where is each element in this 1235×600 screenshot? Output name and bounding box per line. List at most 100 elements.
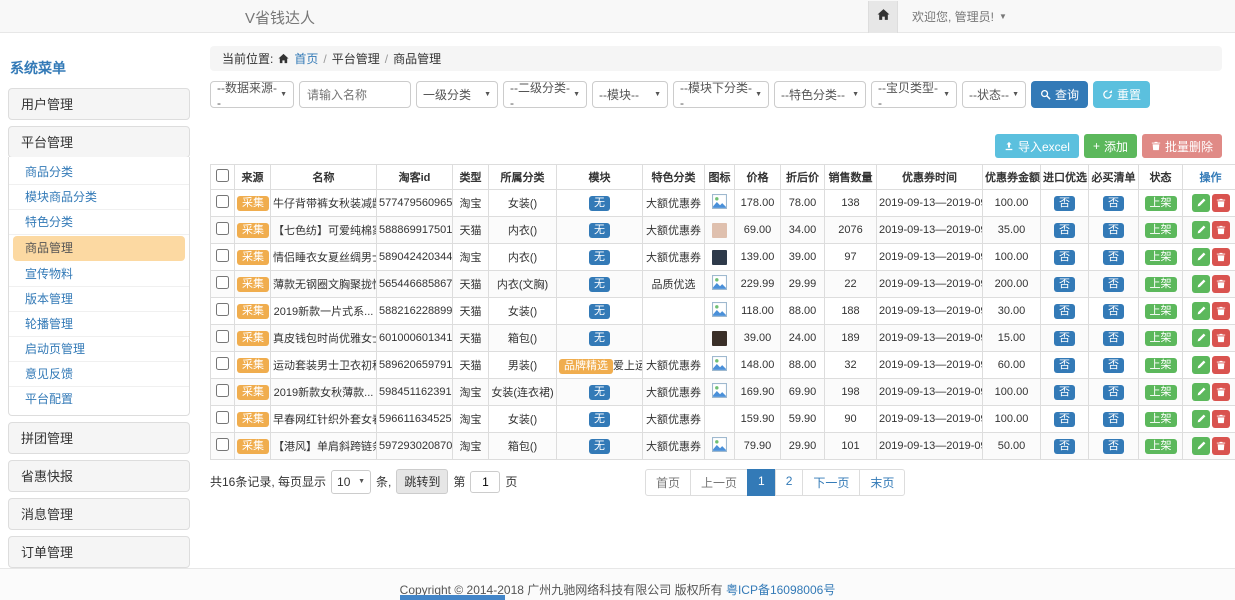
reset-button[interactable]: 重置: [1093, 81, 1150, 108]
edit-button[interactable]: [1192, 437, 1210, 455]
import-select-cell: 否: [1041, 271, 1089, 298]
type-cell: 淘宝: [453, 190, 489, 217]
filter-select[interactable]: --模块--▼: [592, 81, 668, 108]
pager-button[interactable]: 2: [775, 469, 804, 496]
sidebar-group[interactable]: 用户管理: [8, 88, 190, 120]
row-select-cell: [211, 379, 235, 406]
row-checkbox[interactable]: [216, 222, 229, 235]
edit-button[interactable]: [1192, 221, 1210, 239]
filter-select[interactable]: --数据来源--▼: [210, 81, 294, 108]
row-checkbox[interactable]: [216, 384, 229, 397]
delete-button[interactable]: [1212, 275, 1230, 293]
sidebar-item[interactable]: 轮播管理: [9, 312, 189, 337]
page-number-input[interactable]: [470, 471, 500, 493]
filter-select[interactable]: 一级分类▼: [416, 81, 498, 108]
row-checkbox[interactable]: [216, 330, 229, 343]
delete-button[interactable]: [1212, 383, 1230, 401]
must-buy-badge: 否: [1103, 412, 1124, 427]
coupon-time-cell: 2019-09-13—2019-09-20: [877, 244, 983, 271]
sidebar-item[interactable]: 特色分类: [9, 210, 189, 235]
edit-button[interactable]: [1192, 329, 1210, 347]
sidebar-item[interactable]: 宣传物料: [9, 262, 189, 287]
import-excel-button[interactable]: 导入excel: [995, 134, 1079, 158]
delete-button[interactable]: [1212, 221, 1230, 239]
source-badge: 采集: [237, 358, 269, 373]
sidebar-item[interactable]: 商品分类: [9, 160, 189, 185]
sidebar-item[interactable]: 启动页管理: [9, 337, 189, 362]
pager-button[interactable]: 上一页: [690, 469, 748, 496]
delete-button[interactable]: [1212, 194, 1230, 212]
filter-select[interactable]: --宝贝类型--▼: [871, 81, 957, 108]
sidebar-group[interactable]: 订单管理: [8, 536, 190, 568]
delete-button[interactable]: [1212, 437, 1230, 455]
edit-button[interactable]: [1192, 383, 1210, 401]
delete-button[interactable]: [1212, 329, 1230, 347]
sidebar-item[interactable]: 模块商品分类: [9, 185, 189, 210]
coupon-amount-cell: 100.00: [983, 190, 1041, 217]
row-checkbox[interactable]: [216, 249, 229, 262]
delete-button[interactable]: [1212, 410, 1230, 428]
coupon-amount-cell: 15.00: [983, 325, 1041, 352]
breadcrumb-home-link[interactable]: 首页: [294, 50, 318, 67]
sidebar-group[interactable]: 拼团管理: [8, 422, 190, 454]
pager-button[interactable]: 末页: [859, 469, 905, 496]
row-checkbox[interactable]: [216, 195, 229, 208]
name-search-input[interactable]: [299, 81, 411, 108]
edit-button[interactable]: [1192, 275, 1210, 293]
filter-select[interactable]: --模块下分类--▼: [673, 81, 769, 108]
delete-button[interactable]: [1212, 302, 1230, 320]
edit-button[interactable]: [1192, 248, 1210, 266]
home-button[interactable]: [868, 1, 898, 33]
icon-cell: [705, 433, 735, 460]
pager-button[interactable]: 首页: [645, 469, 691, 496]
jump-button[interactable]: 跳转到: [396, 469, 448, 494]
pager-button[interactable]: 下一页: [802, 469, 860, 496]
price-cell: 229.99: [735, 271, 781, 298]
feature-cell: 大额优惠券: [643, 406, 705, 433]
per-page-select[interactable]: 10 ▼: [331, 470, 371, 494]
sidebar-group[interactable]: 平台管理: [8, 126, 190, 158]
search-button[interactable]: 查询: [1031, 81, 1088, 108]
pager-button[interactable]: 1: [747, 469, 776, 496]
row-checkbox[interactable]: [216, 438, 229, 451]
sidebar-group[interactable]: 省惠快报: [8, 460, 190, 492]
delete-button[interactable]: [1212, 356, 1230, 374]
batch-delete-button[interactable]: 批量删除: [1142, 134, 1222, 158]
delete-button[interactable]: [1212, 248, 1230, 266]
status-cell: 上架: [1139, 217, 1183, 244]
add-button[interactable]: + 添加: [1084, 134, 1137, 158]
edit-button[interactable]: [1192, 194, 1210, 212]
feature-cell: [643, 298, 705, 325]
row-checkbox[interactable]: [216, 303, 229, 316]
sidebar-group[interactable]: 消息管理: [8, 498, 190, 530]
edit-button[interactable]: [1192, 302, 1210, 320]
user-menu[interactable]: 欢迎您, 管理员! ▼: [912, 8, 1007, 25]
column-header: 淘客id: [377, 165, 453, 190]
coupon-amount-cell: 30.00: [983, 298, 1041, 325]
edit-button[interactable]: [1192, 356, 1210, 374]
import-select-badge: 否: [1054, 196, 1075, 211]
import-select-cell: 否: [1041, 433, 1089, 460]
row-checkbox[interactable]: [216, 411, 229, 424]
chevron-down-icon: ▼: [358, 478, 365, 485]
row-checkbox[interactable]: [216, 357, 229, 370]
name-cell: 真皮钱包时尚优雅女士...: [271, 325, 377, 352]
select-all-checkbox[interactable]: [216, 169, 229, 182]
source-badge: 采集: [237, 331, 269, 346]
category-cell: 内衣(文胸): [489, 271, 557, 298]
icp-link[interactable]: 粤ICP备16098006号: [726, 583, 835, 597]
module-cell: 无: [557, 379, 643, 406]
sidebar-item[interactable]: 商品管理: [13, 236, 185, 261]
filter-select[interactable]: --二级分类--▼: [503, 81, 587, 108]
sidebar-item[interactable]: 版本管理: [9, 287, 189, 312]
filter-select[interactable]: --特色分类--▼: [774, 81, 866, 108]
sidebar-item[interactable]: 平台配置: [9, 387, 189, 412]
sidebar-item[interactable]: 意见反馈: [9, 362, 189, 387]
filter-select[interactable]: --状态--▼: [962, 81, 1026, 108]
sales-cell: 97: [825, 244, 877, 271]
row-checkbox[interactable]: [216, 276, 229, 289]
edit-button[interactable]: [1192, 410, 1210, 428]
module-cell: 无: [557, 190, 643, 217]
sidebar-menu: 用户管理平台管理商品分类模块商品分类特色分类商品管理宣传物料版本管理轮播管理启动…: [8, 88, 190, 600]
status-badge: 上架: [1145, 250, 1177, 265]
